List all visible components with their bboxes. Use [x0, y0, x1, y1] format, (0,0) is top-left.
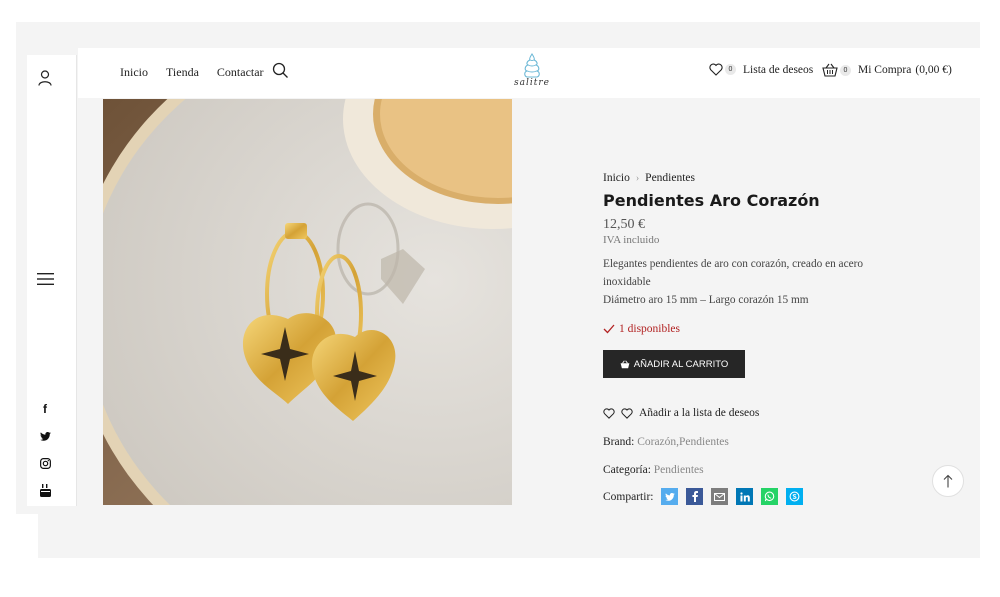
facebook-icon[interactable]: f	[27, 400, 63, 418]
scroll-to-top-button[interactable]	[932, 465, 964, 497]
heart-icon	[709, 63, 723, 76]
youtube-icon[interactable]	[27, 481, 63, 499]
product-description: Elegantes pendientes de aro con corazón,…	[603, 255, 893, 309]
nav-contact-link[interactable]: Contactar	[217, 65, 264, 80]
breadcrumb-category-link[interactable]: Pendientes	[645, 172, 695, 184]
tax-note: IVA incluido	[603, 234, 660, 246]
breadcrumb: Inicio › Pendientes	[603, 172, 695, 184]
breadcrumb-home-link[interactable]: Inicio	[603, 172, 630, 184]
product-price: 12,50 €	[603, 217, 645, 232]
skype-share-icon[interactable]	[786, 488, 804, 505]
nav-shop-link[interactable]: Tienda	[166, 65, 199, 80]
add-to-cart-button[interactable]: AÑADIR AL CARRITO	[603, 350, 745, 378]
cart-total: (0,00 €)	[915, 64, 952, 76]
heart-icon	[603, 407, 615, 419]
arrow-up-icon	[943, 474, 953, 488]
twitter-share-icon[interactable]	[661, 488, 679, 505]
facebook-share-icon[interactable]	[686, 488, 704, 505]
instagram-icon[interactable]	[27, 454, 63, 472]
left-sidebar: f	[27, 55, 77, 506]
checkmark-icon	[603, 324, 615, 334]
wishlist-label: Lista de deseos	[743, 63, 814, 76]
basket-icon	[620, 359, 630, 368]
cart-count-badge: 0	[840, 64, 851, 76]
header-wishlist[interactable]: 0 Lista de deseos	[709, 63, 813, 76]
brand-link[interactable]: Corazón,Pendientes	[637, 436, 729, 448]
wishlist-count-badge: 0	[725, 64, 736, 75]
site-header: Inicio Tienda Contactar salitre 0 Lista …	[78, 48, 980, 98]
product-title: Pendientes Aro Corazón	[603, 191, 820, 210]
twitter-icon[interactable]	[27, 427, 63, 445]
chevron-right-icon: ›	[635, 172, 640, 184]
logo-text: salitre	[514, 78, 550, 88]
category-link[interactable]: Pendientes	[654, 464, 704, 476]
share-label: Compartir:	[603, 490, 654, 503]
search-icon[interactable]	[272, 62, 290, 80]
product-brand: Brand: Corazón,Pendientes	[603, 436, 729, 448]
add-to-wishlist-link[interactable]: Añadir a la lista de deseos	[603, 407, 759, 419]
main-nav: Inicio Tienda Contactar	[120, 65, 264, 80]
stock-text: 1 disponibles	[619, 323, 681, 335]
stock-status: 1 disponibles	[603, 323, 680, 335]
share-bar: Compartir:	[603, 488, 804, 505]
description-line: Elegantes pendientes de aro con corazón,…	[603, 258, 864, 288]
add-to-cart-label: AÑADIR AL CARRITO	[633, 358, 729, 370]
page-background-footer	[38, 514, 980, 558]
nav-home-link[interactable]: Inicio	[120, 65, 148, 80]
hamburger-menu-icon[interactable]	[27, 268, 63, 290]
brand-label: Brand:	[603, 436, 635, 448]
email-share-icon[interactable]	[711, 488, 729, 505]
add-to-wishlist-label: Añadir a la lista de deseos	[639, 407, 760, 419]
linkedin-share-icon[interactable]	[736, 488, 754, 505]
basket-icon	[822, 63, 838, 77]
header-cart[interactable]: 0 Mi Compra (0,00 €)	[822, 63, 952, 77]
user-account-icon[interactable]	[27, 67, 63, 89]
whatsapp-share-icon[interactable]	[761, 488, 779, 505]
cart-label: Mi Compra	[858, 64, 912, 76]
description-line: Diámetro aro 15 mm – Largo corazón 15 mm	[603, 294, 809, 306]
product-category: Categoría: Pendientes	[603, 464, 704, 476]
product-image[interactable]	[103, 99, 512, 505]
category-label: Categoría:	[603, 464, 651, 476]
heart-icon	[621, 407, 633, 419]
